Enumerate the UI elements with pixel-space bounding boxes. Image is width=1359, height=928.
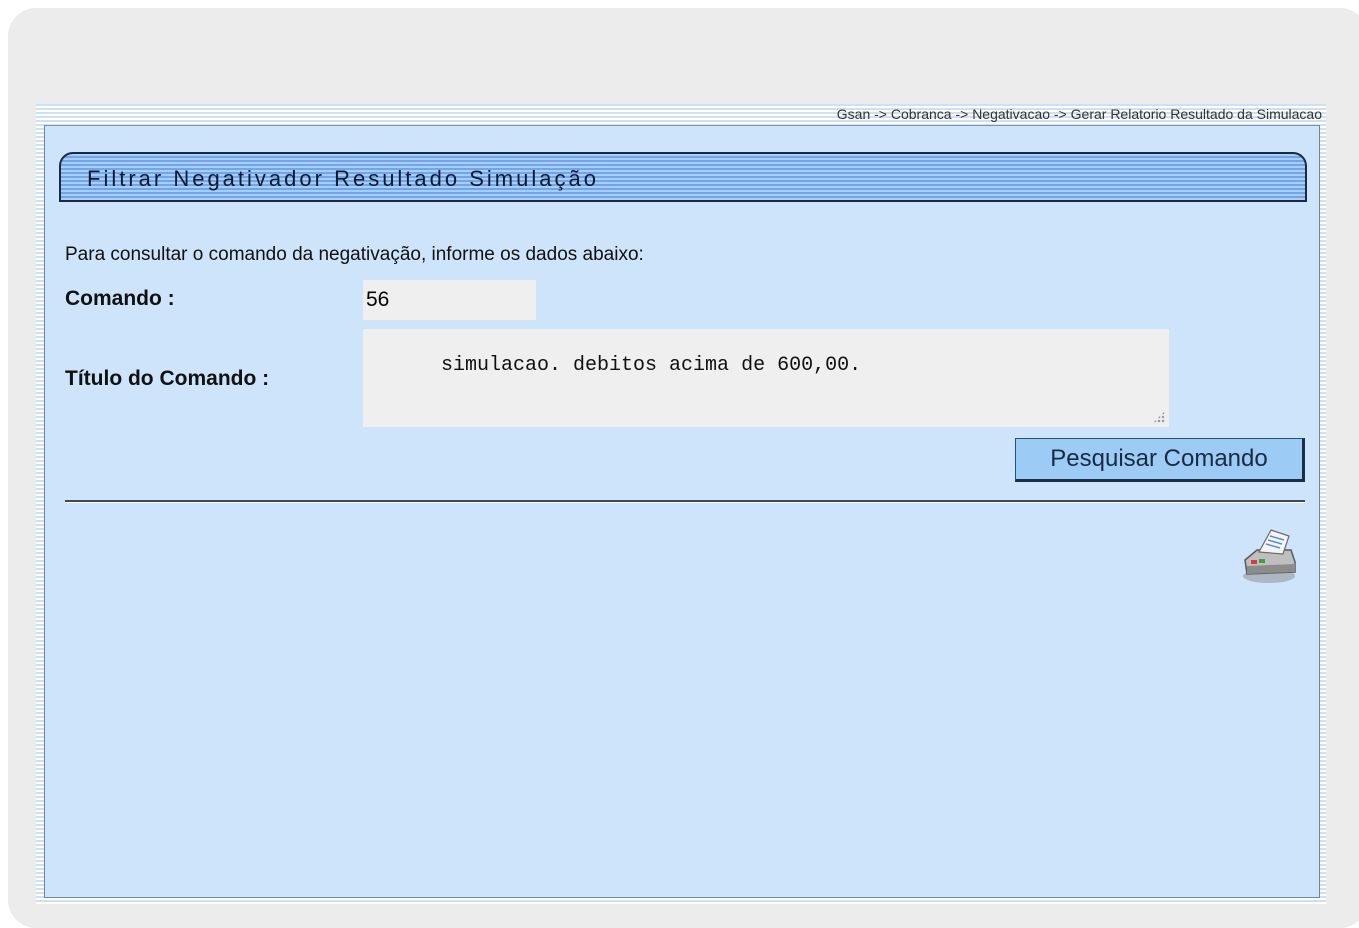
resize-grip-icon[interactable] [1153,411,1165,423]
titulo-comando-label: Título do Comando : [65,367,270,390]
printer-icon[interactable] [1237,524,1301,588]
form-panel: Filtrar Negativador Resultado Simulação … [44,125,1320,898]
pesquisar-comando-button[interactable]: Pesquisar Comando [1015,438,1305,482]
page-title: Filtrar Negativador Resultado Simulação [87,166,599,191]
comando-label: Comando : [65,287,175,310]
content-frame: Gsan -> Cobranca -> Negativacao -> Gerar… [36,104,1326,904]
section-divider [65,500,1305,503]
instructions-text: Para consultar o comando da negativação,… [65,244,644,265]
titulo-comando-textarea[interactable]: simulacao. debitos acima de 600,00. [363,329,1169,427]
titulo-comando-text: simulacao. debitos acima de 600,00. [441,354,862,377]
panel-title-bar: Filtrar Negativador Resultado Simulação [59,152,1307,202]
breadcrumb: Gsan -> Cobranca -> Negativacao -> Gerar… [836,106,1322,122]
comando-input[interactable] [363,280,536,320]
